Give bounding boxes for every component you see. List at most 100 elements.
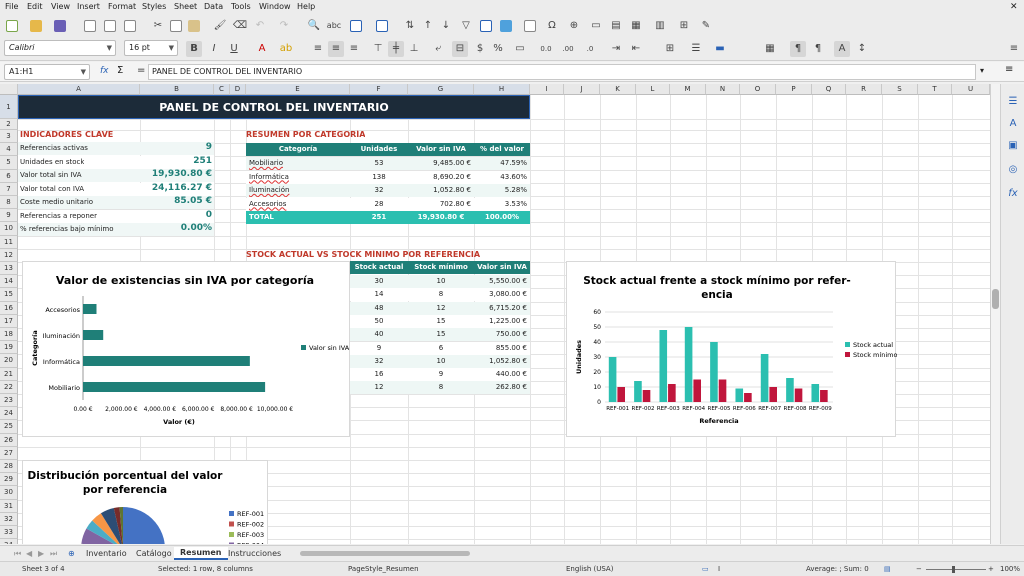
border-color-icon[interactable]: ▬ bbox=[712, 41, 728, 57]
pivot-table-icon[interactable] bbox=[524, 20, 536, 32]
menu-data[interactable]: Data bbox=[204, 2, 223, 11]
headers-footers-icon[interactable]: ▤ bbox=[608, 18, 624, 34]
chevron-down-icon[interactable]: ▼ bbox=[169, 41, 174, 55]
copy-icon[interactable] bbox=[170, 20, 182, 32]
row-icon[interactable] bbox=[350, 20, 362, 32]
view-mode-icon[interactable]: ▤ bbox=[884, 565, 891, 573]
row-header[interactable]: 31 bbox=[0, 499, 18, 513]
tab-inventario[interactable]: Inventario bbox=[86, 549, 127, 558]
menu-file[interactable]: File bbox=[5, 2, 18, 11]
find-replace-icon[interactable]: 🔍 bbox=[306, 18, 322, 34]
styles-icon[interactable]: A bbox=[1005, 116, 1021, 132]
split-window-icon[interactable]: ⊞ bbox=[676, 18, 692, 34]
properties-icon[interactable]: ☰ bbox=[1005, 94, 1021, 110]
column-header[interactable]: N bbox=[706, 84, 740, 95]
row-header[interactable]: 20 bbox=[0, 354, 18, 368]
column-header[interactable]: J bbox=[564, 84, 600, 95]
column-header[interactable]: A bbox=[18, 84, 140, 95]
define-print-area-icon[interactable]: ▦ bbox=[628, 18, 644, 34]
bold-icon[interactable]: B bbox=[186, 41, 202, 57]
column-header[interactable]: M bbox=[670, 84, 706, 95]
tab-instrucciones[interactable]: Instrucciones bbox=[228, 549, 281, 558]
row-header[interactable]: 21 bbox=[0, 367, 18, 381]
column-icon[interactable] bbox=[376, 20, 388, 32]
row-header[interactable]: 15 bbox=[0, 288, 18, 302]
column-header[interactable]: L bbox=[636, 84, 670, 95]
scrollbar-thumb[interactable] bbox=[992, 289, 999, 309]
row-header[interactable]: 5 bbox=[0, 156, 18, 170]
menu-styles[interactable]: Styles bbox=[142, 2, 166, 11]
row-header[interactable]: 11 bbox=[0, 235, 18, 249]
insert-image-icon[interactable] bbox=[480, 20, 492, 32]
row-header[interactable]: 17 bbox=[0, 314, 18, 328]
vertical-scrollbar[interactable] bbox=[990, 84, 1000, 544]
row-header[interactable]: 8 bbox=[0, 196, 18, 210]
sort-ascending-icon[interactable]: ↑ bbox=[420, 18, 436, 34]
freeze-rows-icon[interactable]: ▥ bbox=[652, 18, 668, 34]
add-decimal-icon[interactable]: .00 bbox=[560, 41, 576, 57]
function-wizard-icon[interactable]: fx bbox=[100, 66, 109, 76]
autofilter-icon[interactable]: ▽ bbox=[458, 18, 474, 34]
row-header[interactable]: 27 bbox=[0, 446, 18, 460]
zoom-slider[interactable] bbox=[926, 569, 986, 570]
sum-icon[interactable]: Σ bbox=[117, 65, 123, 76]
align-center-icon[interactable]: ≡ bbox=[328, 41, 344, 57]
wrap-text-icon[interactable]: ⤶ bbox=[430, 41, 446, 57]
row-header[interactable]: 34 bbox=[0, 539, 18, 544]
sidebar-menu-icon[interactable]: ≡ bbox=[1005, 64, 1013, 75]
close-document-icon[interactable]: ✕ bbox=[1010, 2, 1018, 12]
row-header[interactable]: 7 bbox=[0, 182, 18, 196]
row-header[interactable]: 2 bbox=[0, 119, 18, 130]
column-header[interactable]: Q bbox=[812, 84, 846, 95]
align-top-icon[interactable]: ⊤ bbox=[370, 41, 386, 57]
merge-center-icon[interactable]: ⊟ bbox=[452, 41, 468, 57]
row-header[interactable]: 28 bbox=[0, 460, 18, 474]
horizontal-scrollbar[interactable] bbox=[300, 551, 470, 556]
export-pdf-icon[interactable] bbox=[84, 20, 96, 32]
delete-decimal-icon[interactable]: .0 bbox=[582, 41, 598, 57]
formula-input[interactable]: PANEL DE CONTROL DEL INVENTARIO bbox=[148, 64, 976, 80]
column-header[interactable]: G bbox=[408, 84, 474, 95]
row-header[interactable]: 12 bbox=[0, 248, 18, 262]
column-header[interactable]: R bbox=[846, 84, 882, 95]
align-bottom-icon[interactable]: ⊥ bbox=[406, 41, 422, 57]
formula-icon[interactable]: = bbox=[137, 65, 145, 76]
chart-stock-vs-min[interactable]: Stock actual frente a stock mínimo por r… bbox=[566, 261, 897, 437]
vertical-text-icon[interactable]: ↕ bbox=[854, 41, 870, 57]
tab-catalogo[interactable]: Catálogo bbox=[136, 549, 172, 558]
clear-formatting-icon[interactable]: ⌫ bbox=[232, 18, 248, 34]
row-header[interactable]: 16 bbox=[0, 301, 18, 315]
menu-tools[interactable]: Tools bbox=[231, 2, 251, 11]
column-header[interactable]: O bbox=[740, 84, 776, 95]
row-header[interactable]: 24 bbox=[0, 407, 18, 421]
format-currency-icon[interactable]: $ bbox=[472, 41, 488, 57]
name-box[interactable]: A1:H1 ▼ bbox=[4, 64, 90, 80]
format-percent-icon[interactable]: % bbox=[490, 41, 506, 57]
font-color-icon[interactable]: A bbox=[254, 41, 270, 57]
row-header[interactable]: 4 bbox=[0, 143, 18, 157]
sort-descending-icon[interactable]: ↓ bbox=[438, 18, 454, 34]
sort-icon[interactable]: ⇅ bbox=[402, 18, 418, 34]
row-header[interactable]: 14 bbox=[0, 275, 18, 289]
row-header[interactable]: 32 bbox=[0, 512, 18, 526]
tab-nav-first-icon[interactable]: ⏮ bbox=[14, 549, 21, 559]
menu-window[interactable]: Window bbox=[259, 2, 291, 11]
row-header[interactable]: 3 bbox=[0, 130, 18, 144]
navigator-icon[interactable]: ◎ bbox=[1005, 162, 1021, 178]
row-header[interactable]: 1 bbox=[0, 95, 18, 119]
text-direction-icon[interactable]: A bbox=[834, 41, 850, 57]
row-header[interactable]: 30 bbox=[0, 486, 18, 500]
row-header[interactable]: 22 bbox=[0, 380, 18, 394]
font-size-box[interactable]: 16 pt ▼ bbox=[124, 40, 178, 56]
comment-icon[interactable]: ▭ bbox=[588, 18, 604, 34]
redo-icon[interactable]: ↷ bbox=[276, 18, 292, 34]
row-header[interactable]: 19 bbox=[0, 341, 18, 355]
functions-icon[interactable]: fx bbox=[1005, 186, 1021, 202]
chart-value-by-category[interactable]: Valor de existencias sin IVA por categor… bbox=[22, 261, 350, 437]
tab-nav-last-icon[interactable]: ⏭ bbox=[50, 549, 57, 559]
open-folder-icon[interactable] bbox=[30, 20, 42, 32]
row-header[interactable]: 10 bbox=[0, 222, 18, 236]
chevron-down-icon[interactable]: ▼ bbox=[81, 65, 86, 79]
select-all-corner[interactable] bbox=[0, 84, 18, 95]
save-icon[interactable] bbox=[54, 20, 66, 32]
